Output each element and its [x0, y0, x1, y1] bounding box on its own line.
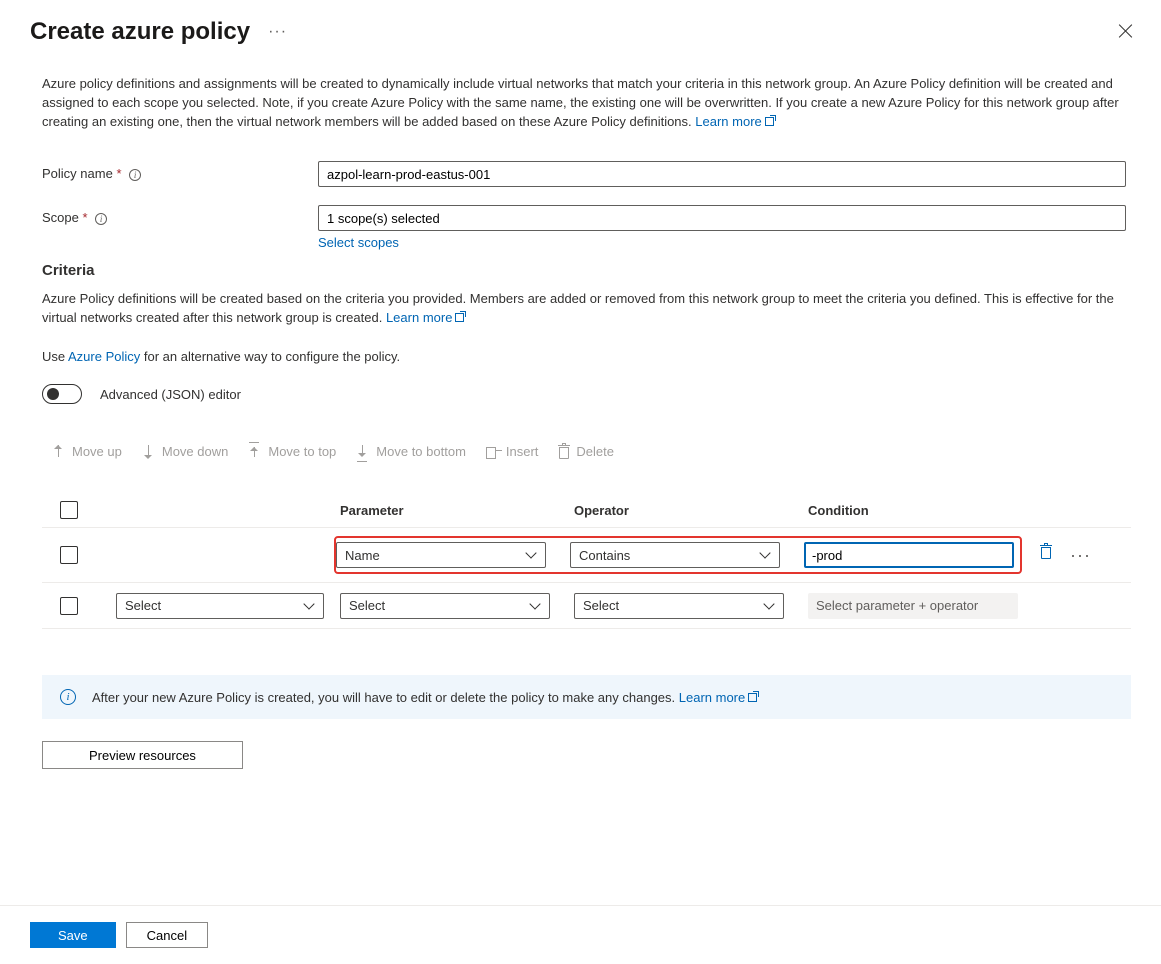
and-or-select[interactable]: Select [116, 593, 324, 619]
arrow-down-icon [142, 445, 156, 459]
delete-button[interactable]: Delete [558, 444, 614, 459]
page-title: Create azure policy [30, 18, 250, 46]
policy-name-input[interactable] [318, 161, 1126, 187]
info-icon[interactable]: i [129, 169, 141, 181]
trash-icon [1040, 545, 1052, 559]
alt-policy-text: Use Azure Policy for an alternative way … [42, 347, 1131, 366]
row-checkbox[interactable] [60, 546, 78, 564]
criteria-table: Parameter Operator Condition Name Contai… [42, 493, 1131, 629]
col-condition: Condition [808, 503, 1042, 518]
advanced-editor-toggle[interactable] [42, 384, 82, 404]
criteria-toolbar: Move up Move down Move to top Move to bo… [42, 444, 1131, 459]
move-up-button[interactable]: Move up [52, 444, 122, 459]
col-operator: Operator [574, 503, 808, 518]
chevron-down-icon [529, 600, 541, 612]
row-checkbox[interactable] [60, 597, 78, 615]
criteria-heading: Criteria [42, 262, 1131, 279]
banner-learn-more-link[interactable]: Learn more [679, 690, 759, 705]
select-scopes-link[interactable]: Select scopes [318, 235, 399, 250]
intro-text: Azure policy definitions and assignments… [42, 74, 1131, 131]
criteria-learn-more-link[interactable]: Learn more [386, 310, 466, 325]
arrow-top-icon [248, 445, 262, 459]
criteria-desc: Azure Policy definitions will be created… [42, 289, 1131, 327]
arrow-bottom-icon [356, 445, 370, 459]
chevron-down-icon [759, 549, 771, 561]
save-button[interactable]: Save [30, 922, 116, 948]
arrow-up-icon [52, 445, 66, 459]
chevron-down-icon [763, 600, 775, 612]
col-parameter: Parameter [340, 503, 574, 518]
policy-name-label: Policy name * i [42, 161, 318, 181]
intro-body: Azure policy definitions and assignments… [42, 76, 1119, 129]
condition-input[interactable] [804, 542, 1014, 568]
parameter-select[interactable]: Select [340, 593, 550, 619]
table-row: Name Contains ··· [42, 528, 1131, 583]
cancel-button[interactable]: Cancel [126, 922, 208, 948]
external-link-icon [455, 311, 466, 322]
row-more-button[interactable]: ··· [1070, 545, 1091, 566]
scope-label: Scope * i [42, 205, 318, 225]
scope-input[interactable] [318, 205, 1126, 231]
select-all-checkbox[interactable] [60, 501, 78, 519]
parameter-select[interactable]: Name [336, 542, 546, 568]
intro-learn-more-link[interactable]: Learn more [695, 114, 775, 129]
delete-row-button[interactable] [1040, 545, 1052, 566]
chevron-down-icon [303, 600, 315, 612]
insert-button[interactable]: Insert [486, 444, 539, 459]
info-icon: i [60, 689, 76, 705]
chevron-down-icon [525, 549, 537, 561]
table-row: Select Select Select Select parameter + … [42, 583, 1131, 629]
operator-select[interactable]: Contains [570, 542, 780, 568]
close-icon[interactable] [1117, 22, 1135, 40]
external-link-icon [748, 691, 759, 702]
operator-select[interactable]: Select [574, 593, 784, 619]
move-bottom-button[interactable]: Move to bottom [356, 444, 466, 459]
trash-icon [558, 445, 570, 459]
insert-icon [486, 445, 500, 459]
move-top-button[interactable]: Move to top [248, 444, 336, 459]
preview-resources-button[interactable]: Preview resources [42, 741, 243, 769]
info-icon[interactable]: i [95, 213, 107, 225]
advanced-editor-label: Advanced (JSON) editor [100, 387, 241, 402]
external-link-icon [765, 115, 776, 126]
move-down-button[interactable]: Move down [142, 444, 228, 459]
info-banner: i After your new Azure Policy is created… [42, 675, 1131, 719]
more-options-button[interactable]: ··· [268, 23, 287, 41]
banner-text: After your new Azure Policy is created, … [92, 690, 675, 705]
condition-placeholder: Select parameter + operator [808, 593, 1018, 619]
azure-policy-link[interactable]: Azure Policy [68, 349, 140, 364]
highlighted-criteria: Name Contains [334, 536, 1022, 574]
